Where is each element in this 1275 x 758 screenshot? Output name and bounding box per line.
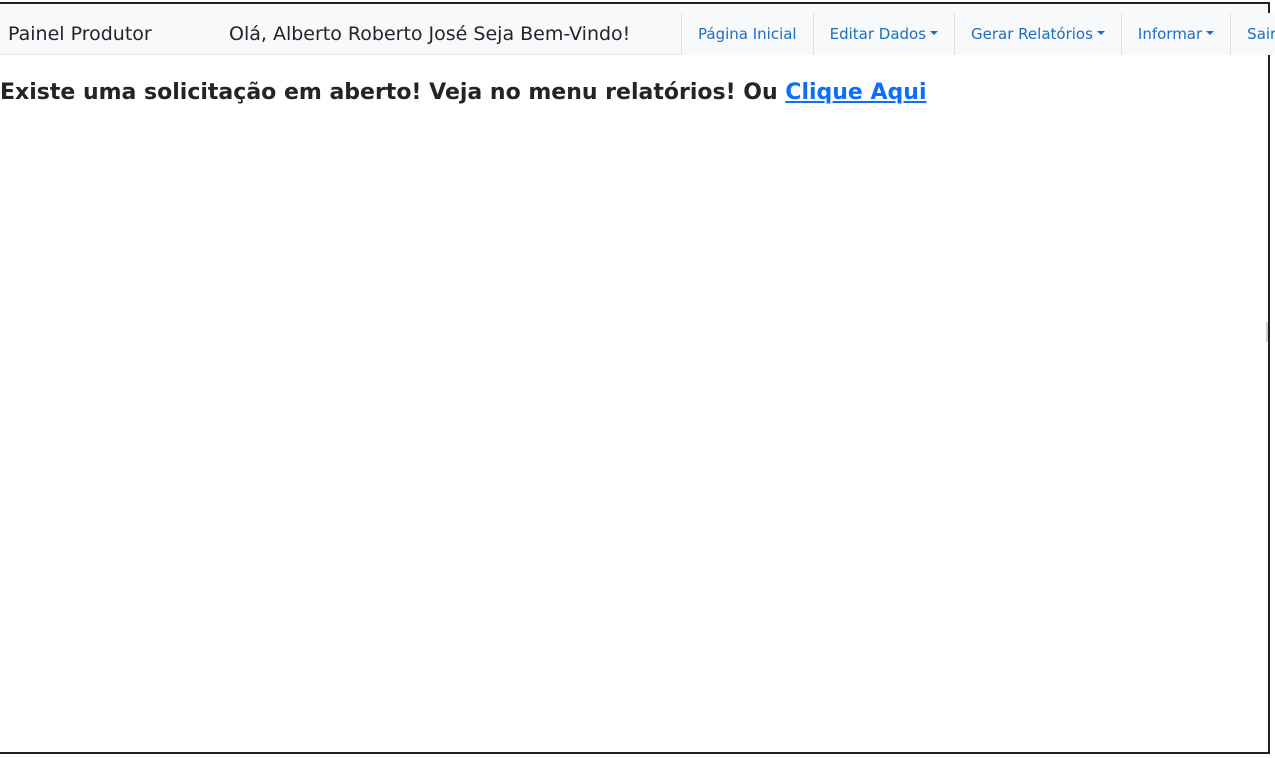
nav-item-label: Página Inicial — [698, 25, 797, 43]
nav-item-editar-dados[interactable]: Editar Dados — [814, 13, 956, 55]
nav-item-informar[interactable]: Informar — [1122, 13, 1232, 55]
notice-text: Existe uma solicitação em aberto! Veja n… — [0, 80, 786, 105]
nav-item-label: Informar — [1137, 25, 1203, 43]
caret-down-icon — [930, 31, 939, 35]
top-navbar: Painel Produtor Olá, Alberto Roberto Jos… — [0, 4, 1275, 55]
caret-down-icon — [1096, 31, 1105, 35]
welcome-message: Olá, Alberto Roberto José Seja Bem-Vindo… — [229, 23, 631, 45]
window-edge-marker — [1266, 322, 1268, 342]
nav-item-label: Editar Dados — [829, 25, 927, 43]
nav-item-sair[interactable]: Sair — [1231, 13, 1275, 55]
open-request-notice: Existe uma solicitação em aberto! Veja n… — [0, 80, 927, 105]
caret-down-icon — [1206, 31, 1215, 35]
clique-aqui-link[interactable]: Clique Aqui — [785, 80, 926, 105]
brand-title[interactable]: Painel Produtor — [8, 4, 152, 55]
nav-item-label: Sair — [1247, 25, 1275, 43]
nav-menu: Página Inicial Editar Dados Gerar Relató… — [681, 13, 1275, 55]
nav-item-pagina-inicial[interactable]: Página Inicial — [682, 13, 814, 55]
nav-item-gerar-relatorios[interactable]: Gerar Relatórios — [955, 13, 1122, 55]
nav-item-label: Gerar Relatórios — [971, 25, 1093, 43]
page-frame: Painel Produtor Olá, Alberto Roberto Jos… — [0, 2, 1275, 754]
